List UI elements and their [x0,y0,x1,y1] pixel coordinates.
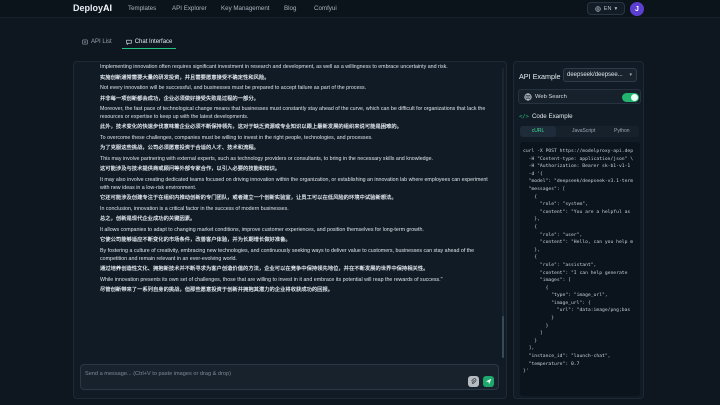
chat-scrollbar-thumb[interactable] [502,316,504,358]
chat-message: It may also involve creating dedicated t… [100,176,488,191]
model-select[interactable]: deepseek/deepsee... ▾ [563,68,637,82]
nav-key-management[interactable]: Key Management [221,5,270,12]
tab-chat-interface-label: Chat Interface [134,38,173,45]
code-line: "image_url": { [523,300,591,306]
chat-scrollbar-track[interactable] [502,68,504,358]
tab-api-list-label: API List [91,39,112,45]
code-content: curl -X POST https://modelproxy-api.dep … [523,148,633,376]
code-line: curl -X POST https://modelproxy-api.dep [523,149,634,154]
code-line: { [523,255,538,261]
code-line: -H "Content-type: application/json" \ [523,156,634,162]
tab-javascript[interactable]: JavaScript [572,128,595,134]
tab-curl[interactable]: cURL [520,126,556,137]
code-language-tabs: cURL JavaScript Python [520,126,639,137]
language-selector[interactable]: EN ▾ [587,2,625,15]
tab-chat-interface[interactable]: Chat Interface [121,35,177,49]
code-line: }' [523,369,529,375]
user-avatar[interactable]: J [630,2,644,16]
nav-api-explorer[interactable]: API Explorer [172,5,207,12]
chat-message: By fostering a culture of creativity, em… [100,247,475,262]
code-line: "model": "deepseek/deepseek-v3.1-term [523,179,634,185]
chat-message: Moreover, the fast pace of technological… [100,106,486,120]
code-line: "content": "I can help generate [523,270,628,276]
message-input[interactable] [85,368,455,380]
chat-message: This may involve partnering with externa… [100,155,433,162]
code-line: ] [523,331,543,337]
chat-message: 并非每一项创新都会成功，企业必须做好接受失败是过程的一部分。 [100,95,259,102]
chat-icon [125,39,132,45]
api-example-title: API Example [519,72,561,81]
nav-comfyui[interactable]: Comfyui [314,5,337,12]
chat-message: 此外，技术变化的快速步伐意味着企业必须不断保持领先，这对于缺乏资源或专业知识以跟… [100,124,402,131]
message-list: Implementing innovation often requires s… [100,64,488,298]
chat-message: In conclusion, innovation is a critical … [100,205,289,212]
code-line: "url": "data:image/png;bas [523,308,631,314]
brand-logo[interactable]: DeployAI [73,3,112,13]
web-search-toggle[interactable] [622,93,639,102]
code-line: "temperature": 0.7 [523,361,580,367]
chat-panel: Implementing innovation often requires s… [73,61,507,399]
code-line: "images": [ [523,278,571,284]
code-line: "instance_id": "launch-chat", [523,354,611,360]
code-line: }, [523,217,540,223]
code-line: }, [523,247,540,253]
code-line: "type": "image_url", [523,293,608,299]
chat-message: 总之，创新是现代企业成功的关键因素。 [100,216,196,223]
code-line: { [523,285,549,291]
top-navbar: DeployAI Templates API Explorer Key Mana… [0,0,720,18]
chat-message: 它还可能涉及创建专注于在组织内推动创新的专门团队，或者建立一个创新实验室，让员工… [100,195,397,202]
nav-templates[interactable]: Templates [128,5,156,12]
model-select-value: deepseek/deepsee... [567,72,623,78]
chat-message: 为了克服这些挑战，公司必须愿意投资于合适的人才、技术和流程。 [100,145,259,152]
code-line: "content": "Hello, can you help m [523,240,634,246]
chat-message: Implementing innovation often requires s… [100,64,448,70]
view-tabs: API List Chat Interface [78,35,177,49]
chat-message: Not every innovation will be successful,… [100,85,367,91]
paperclip-icon [471,378,477,384]
send-button[interactable] [483,376,494,387]
code-line: "role": "user", [523,232,583,238]
code-line: -d '{ [523,171,543,177]
chat-message: To overcome these challenges, companies … [100,134,373,141]
list-icon [82,39,88,45]
send-icon [485,378,492,385]
code-line: } [523,323,549,329]
web-search-row: Web Search [518,89,641,104]
code-line: -H "Authorization: Bearer sk-b1-v1-1 [523,164,631,170]
tab-api-list[interactable]: API List [78,35,116,49]
globe-icon [524,93,532,101]
code-line: ], [523,346,535,352]
code-line: "messages": [ [523,186,566,192]
code-line: { [523,194,538,200]
chat-message: 它使公司能够适应不断变化的市场条件，改善客户体验，并为长期增长做好准备。 [100,237,291,244]
code-block[interactable]: curl -X POST https://modelproxy-api.dep … [520,142,640,396]
nav-blog[interactable]: Blog [284,5,296,12]
code-line: } [523,338,538,344]
chat-message: 这可能涉及与技术提供商或顾问等外部专家合作，以引入必要的技能和知识。 [100,166,281,173]
chevron-down-icon: ▾ [629,72,632,78]
chat-message: 尽管创新带来了一系列自身的挑战，但那些愿意投资于创新并拥抱其潜力的企业将收获成功… [100,287,334,294]
language-label: EN [603,5,612,12]
globe-icon [595,5,601,12]
code-line: { [523,224,538,230]
code-example-header: </> Code Example [519,113,573,120]
message-composer [80,364,499,390]
toggle-knob [631,94,638,101]
attach-image-button[interactable] [468,376,479,387]
code-line: } [523,316,555,322]
code-line: "role": "assistant", [523,262,597,268]
web-search-label: Web Search [535,94,567,100]
code-icon: </> [519,113,529,120]
api-example-panel: API Example deepseek/deepsee... ▾ Web Se… [513,61,644,399]
tab-python[interactable]: Python [614,128,630,134]
chevron-down-icon: ▾ [614,5,618,12]
chat-message: While innovation presents its own set of… [100,276,443,283]
code-example-title: Code Example [531,113,573,120]
chat-message: 通过培养创造性文化、拥抱新技术并不断寻求为客户创造价值的方法，企业可以在竞争中保… [100,266,429,273]
chat-message: 实施创新通常需要大量的研发投资，并且需要愿意接受不确定性和风险。 [100,74,270,81]
code-line: "content": "You are a helpful as [523,209,631,215]
code-line: "role": "system", [523,202,588,208]
chat-message: It allows companies to adapt to changing… [100,226,424,233]
